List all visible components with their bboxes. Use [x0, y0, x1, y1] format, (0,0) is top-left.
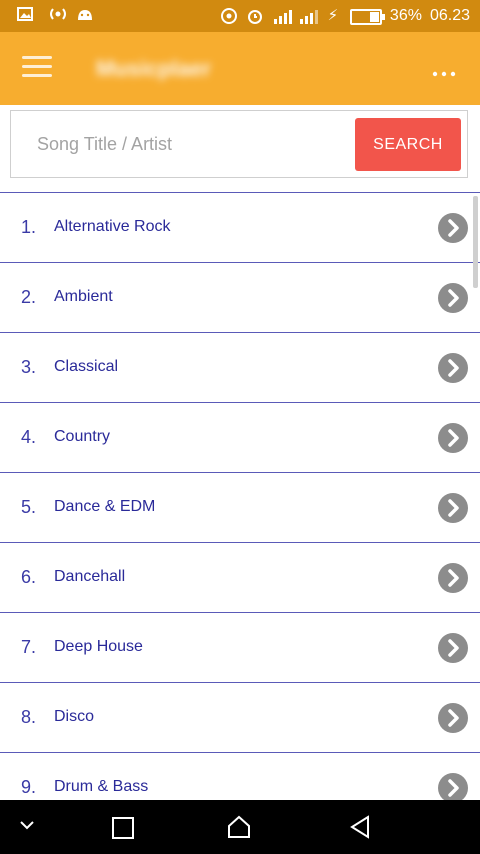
genre-list-item[interactable]: 2. Ambient [0, 262, 480, 332]
chevron-right-icon[interactable] [438, 773, 468, 803]
app-title: Musicplaer [96, 56, 211, 81]
genre-label: Dancehall [54, 568, 126, 585]
clock: 06.23 [429, 7, 470, 24]
chevron-right-icon[interactable] [438, 703, 468, 733]
chevron-right-icon[interactable] [438, 493, 468, 523]
chevron-right-icon[interactable] [438, 213, 468, 243]
more-options-icon[interactable] [432, 58, 460, 78]
genre-list-item[interactable]: 1. Alternative Rock [0, 192, 480, 262]
genre-list-item[interactable]: 8. Disco [0, 682, 480, 752]
status-bar: ⚡ 36% 06.23 [0, 0, 480, 32]
genre-label: Disco [54, 708, 95, 725]
genre-list-item[interactable]: 7. Deep House [0, 612, 480, 682]
alarm-icon [246, 7, 264, 25]
genre-label: Classical [54, 358, 119, 375]
hide-keyboard-icon[interactable] [12, 813, 42, 843]
genre-list-item[interactable]: 5. Dance & EDM [0, 472, 480, 542]
scrollbar[interactable] [473, 196, 478, 288]
genre-list-item[interactable]: 6. Dancehall [0, 542, 480, 612]
genre-number: 6. [21, 567, 37, 587]
genre-label: Drum & Bass [54, 778, 149, 795]
genre-number: 2. [21, 287, 37, 307]
genre-label: Deep House [54, 638, 143, 655]
signal-hplus-icon [272, 7, 292, 25]
signal-icon [298, 7, 318, 25]
battery-percent: 36% [389, 7, 422, 24]
chevron-right-icon[interactable] [438, 633, 468, 663]
genre-label: Country [54, 428, 111, 445]
genre-number: 1. [21, 217, 37, 237]
chevron-right-icon[interactable] [438, 353, 468, 383]
home-icon[interactable] [224, 813, 254, 843]
search-bar: SEARCH [10, 110, 468, 178]
navigation-bar [0, 800, 480, 854]
genre-number: 9. [21, 777, 37, 797]
genre-number: 4. [21, 427, 37, 447]
genre-label: Ambient [54, 288, 113, 305]
chevron-right-icon[interactable] [438, 283, 468, 313]
back-icon[interactable] [345, 813, 375, 843]
genre-list-item[interactable]: 4. Country [0, 402, 480, 472]
genre-number: 5. [21, 497, 37, 517]
genre-number: 3. [21, 357, 37, 377]
hotspot-icon [46, 6, 66, 24]
genre-list-item[interactable]: 3. Classical [0, 332, 480, 402]
genre-label: Alternative Rock [54, 218, 171, 235]
genre-number: 8. [21, 707, 37, 727]
chevron-right-icon[interactable] [438, 563, 468, 593]
recent-apps-icon[interactable] [108, 813, 138, 843]
genre-label: Dance & EDM [54, 498, 156, 515]
battery-icon [349, 9, 385, 25]
menu-icon[interactable] [22, 56, 52, 80]
charging-icon: ⚡ [327, 7, 339, 24]
nfc-icon [220, 7, 238, 25]
search-input[interactable] [23, 121, 371, 167]
genre-number: 7. [21, 637, 37, 657]
genre-list: 1. Alternative Rock 2. Ambient 3. Classical 4.… [0, 192, 480, 822]
chevron-right-icon[interactable] [438, 423, 468, 453]
gallery-notification-icon [16, 6, 34, 24]
app-bar: Musicplaer [0, 32, 480, 105]
search-button[interactable]: SEARCH [355, 118, 461, 171]
android-icon [76, 6, 94, 24]
